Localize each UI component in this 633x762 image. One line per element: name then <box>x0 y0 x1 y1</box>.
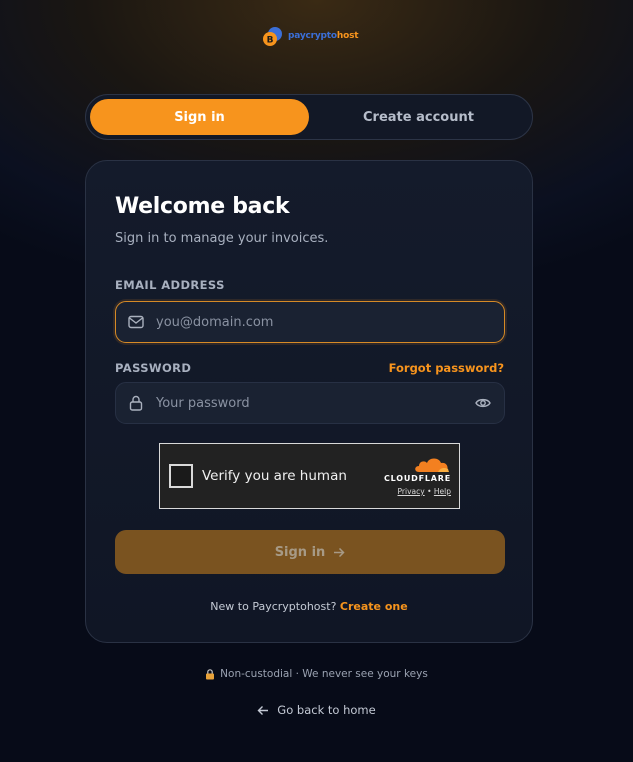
email-field-wrapper <box>115 301 505 343</box>
svg-text:B: B <box>267 36 274 46</box>
captcha-text: Verify you are human <box>202 468 347 484</box>
lock-icon <box>116 395 156 411</box>
arrow-left-icon <box>257 705 269 715</box>
security-note: Non-custodial · We never see your keys <box>0 668 633 680</box>
verify-human-checkbox[interactable] <box>169 464 193 488</box>
auth-tabs: Sign in Create account <box>85 94 533 140</box>
privacy-link[interactable]: Privacy <box>398 487 425 496</box>
cloudflare-branding: CLOUDFLARE Privacy • Help <box>373 456 451 496</box>
cloudflare-wordmark: CLOUDFLARE <box>384 474 451 483</box>
password-label: PASSWORD <box>115 361 192 375</box>
padlock-icon <box>206 668 215 679</box>
captcha-link-separator: • <box>427 487 432 496</box>
page-subtitle: Sign in to manage your invoices. <box>115 231 329 246</box>
create-one-link[interactable]: Create one <box>340 600 408 613</box>
tab-sign-in[interactable]: Sign in <box>90 99 309 135</box>
signup-prompt-text: New to Paycryptohost? <box>210 600 337 613</box>
password-field-wrapper <box>115 382 505 424</box>
page-title: Welcome back <box>115 194 290 219</box>
cloudflare-cloud-icon <box>415 458 449 472</box>
email-input[interactable] <box>156 314 504 330</box>
brand-name-part2: host <box>336 31 359 41</box>
show-password-eye-icon[interactable] <box>462 397 504 409</box>
signup-prompt: New to Paycryptohost? Create one <box>86 600 532 613</box>
arrow-right-icon <box>334 547 345 557</box>
cloudflare-captcha-widget: Verify you are human CLOUDFLARE Privacy … <box>159 443 460 509</box>
forgot-password-link[interactable]: Forgot password? <box>389 361 504 375</box>
sign-in-button-label: Sign in <box>274 544 326 560</box>
sign-in-card: Welcome back Sign in to manage your invo… <box>85 160 533 643</box>
mail-icon <box>116 315 156 329</box>
brand-name-part1: paycrypto <box>288 31 337 41</box>
security-note-text: Non-custodial · We never see your keys <box>220 668 428 680</box>
email-label: EMAIL ADDRESS <box>115 278 225 292</box>
captcha-links: Privacy • Help <box>398 487 451 496</box>
brand-name: paycryptohost <box>288 31 359 41</box>
bitcoin-logo-icon: B <box>262 25 286 47</box>
back-home-link[interactable]: Go back to home <box>0 703 633 717</box>
sign-in-button[interactable]: Sign in <box>115 530 505 574</box>
help-link[interactable]: Help <box>434 487 451 496</box>
back-home-text: Go back to home <box>277 703 376 717</box>
tab-create-account[interactable]: Create account <box>309 99 528 135</box>
password-input[interactable] <box>156 395 462 411</box>
brand-logo[interactable]: B paycryptohost <box>262 25 359 47</box>
